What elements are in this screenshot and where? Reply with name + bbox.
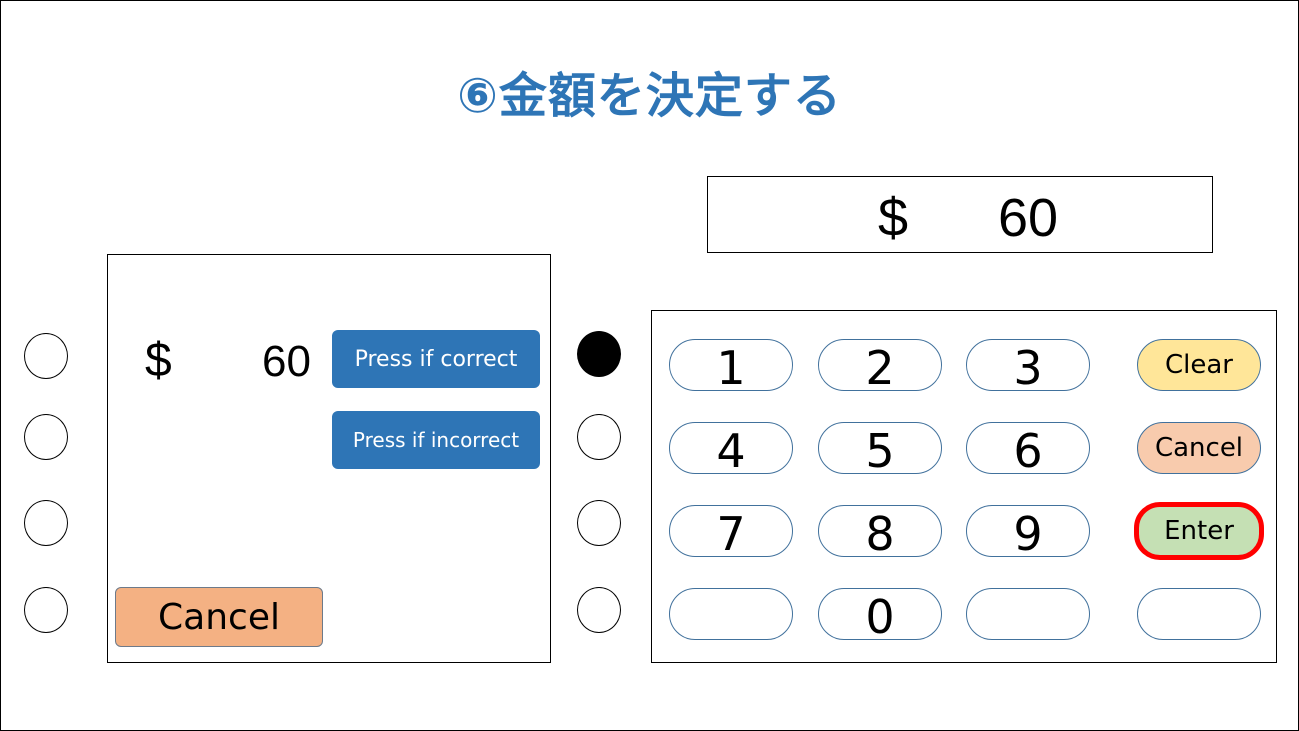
key-7[interactable]: 7 [669,505,793,557]
key-4[interactable]: 4 [669,422,793,474]
left-side-button-4[interactable] [24,587,68,633]
left-side-button-1[interactable] [24,333,68,379]
atm-screen: $ 60 Press if correct Press if incorrect… [107,254,551,663]
display-currency: $ [878,188,909,248]
enter-key-highlighted[interactable]: Enter [1134,502,1264,560]
right-side-button-4[interactable] [577,587,621,633]
page-title: ⑥金額を決定する [457,68,842,124]
keypad: 1 2 3 Clear 4 5 6 Cancel 7 8 9 Enter 0 [651,310,1277,663]
display-amount: 60 [998,188,1059,248]
left-side-button-2[interactable] [24,414,68,460]
key-blank-left[interactable] [669,588,793,640]
screen-cancel-button[interactable]: Cancel [115,587,323,647]
key-9[interactable]: 9 [966,505,1090,557]
clear-key[interactable]: Clear [1137,339,1261,391]
key-8[interactable]: 8 [818,505,942,557]
press-if-incorrect-button[interactable]: Press if incorrect [332,411,540,469]
right-side-button-3[interactable] [577,500,621,546]
key-6[interactable]: 6 [966,422,1090,474]
key-5[interactable]: 5 [818,422,942,474]
key-2[interactable]: 2 [818,339,942,391]
screen-currency: $ [145,334,172,387]
key-1[interactable]: 1 [669,339,793,391]
blank-function-key[interactable] [1137,588,1261,640]
cancel-key[interactable]: Cancel [1137,422,1261,474]
amount-display: $ 60 [707,176,1213,253]
key-0[interactable]: 0 [818,588,942,640]
screen-amount: 60 [262,337,311,386]
right-side-button-2[interactable] [577,414,621,460]
right-side-button-1-pressed[interactable] [577,331,621,377]
key-3[interactable]: 3 [966,339,1090,391]
left-side-button-3[interactable] [24,500,68,546]
key-blank-right[interactable] [966,588,1090,640]
press-if-correct-button[interactable]: Press if correct [332,330,540,388]
